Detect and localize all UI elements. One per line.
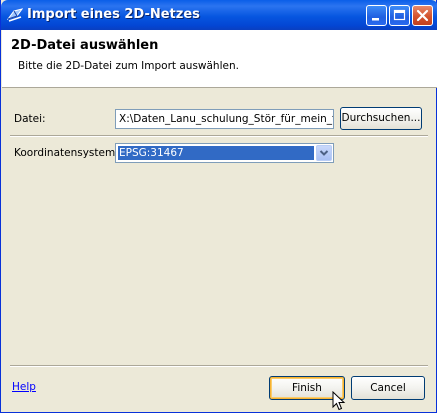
- wizard-header: 2D-Datei auswählen Bitte die 2D-Datei zu…: [2, 30, 437, 88]
- chevron-down-icon: [319, 150, 329, 156]
- separator: [10, 135, 428, 137]
- minimize-button[interactable]: [366, 5, 387, 26]
- crs-dropdown-button[interactable]: [316, 145, 332, 161]
- minimize-icon: [372, 18, 379, 21]
- crs-select[interactable]: EPSG:31467: [115, 143, 334, 163]
- file-path-input[interactable]: X:\Daten_Lanu_schulung_Stör_für_mein_te: [115, 109, 334, 129]
- footer-separator: [10, 365, 428, 367]
- crs-label: Koordinatensystem:: [14, 147, 119, 159]
- title-bar[interactable]: Import eines 2D-Netzes: [1, 0, 437, 30]
- page-description: Bitte die 2D-Datei zum Import auswählen.: [18, 60, 239, 72]
- import-mesh-icon: [7, 8, 23, 22]
- close-button[interactable]: [412, 5, 433, 26]
- file-label: Datei:: [14, 113, 46, 125]
- close-icon: [416, 9, 429, 22]
- cancel-button[interactable]: Cancel: [351, 376, 425, 400]
- crs-selected-value: EPSG:31467: [118, 146, 314, 160]
- window-title: Import eines 2D-Netzes: [27, 7, 200, 22]
- help-link[interactable]: Help: [12, 381, 36, 393]
- page-title: 2D-Datei auswählen: [11, 38, 159, 53]
- browse-button[interactable]: Durchsuchen...: [340, 107, 422, 130]
- dialog-window: Import eines 2D-Netzes 2D-Datei auswähle…: [0, 0, 437, 413]
- maximize-button[interactable]: [389, 5, 410, 26]
- mouse-pointer-icon: [332, 391, 346, 411]
- maximize-icon: [393, 9, 406, 21]
